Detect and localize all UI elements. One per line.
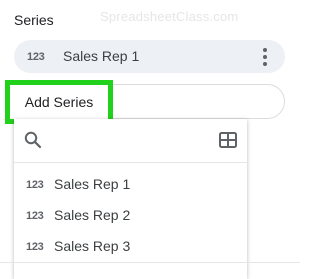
list-item-label: Sales Rep 1 [54, 176, 131, 192]
series-chip-label: Sales Rep 1 [63, 48, 140, 64]
list-item[interactable]: 123 Sales Rep 1 [14, 170, 247, 200]
grid-select-range-icon[interactable] [219, 132, 237, 148]
list-item[interactable]: 123 Sales Rep 3 [14, 232, 247, 262]
list-item-label: Sales Rep 2 [54, 207, 131, 223]
number-format-icon: 123 [26, 241, 44, 253]
dropdown-divider [14, 162, 247, 163]
add-series-button[interactable]: Add Series [5, 80, 113, 124]
number-format-icon: 123 [26, 179, 44, 191]
list-item[interactable]: 123 Sales Rep 2 [14, 201, 247, 231]
series-section-title: Series [14, 12, 54, 28]
series-chip[interactable]: 123 Sales Rep 1 [14, 40, 285, 73]
more-vert-icon[interactable] [260, 47, 270, 67]
watermark: SpreadsheetClass.com [100, 9, 239, 24]
search-icon[interactable] [24, 131, 42, 149]
series-dropdown: 123 Sales Rep 1 123 Sales Rep 2 123 Sale… [14, 119, 247, 279]
list-item-label: Sales Rep 3 [54, 238, 131, 254]
number-format-icon: 123 [26, 210, 44, 222]
number-format-icon: 123 [27, 51, 45, 63]
divider [0, 262, 300, 263]
